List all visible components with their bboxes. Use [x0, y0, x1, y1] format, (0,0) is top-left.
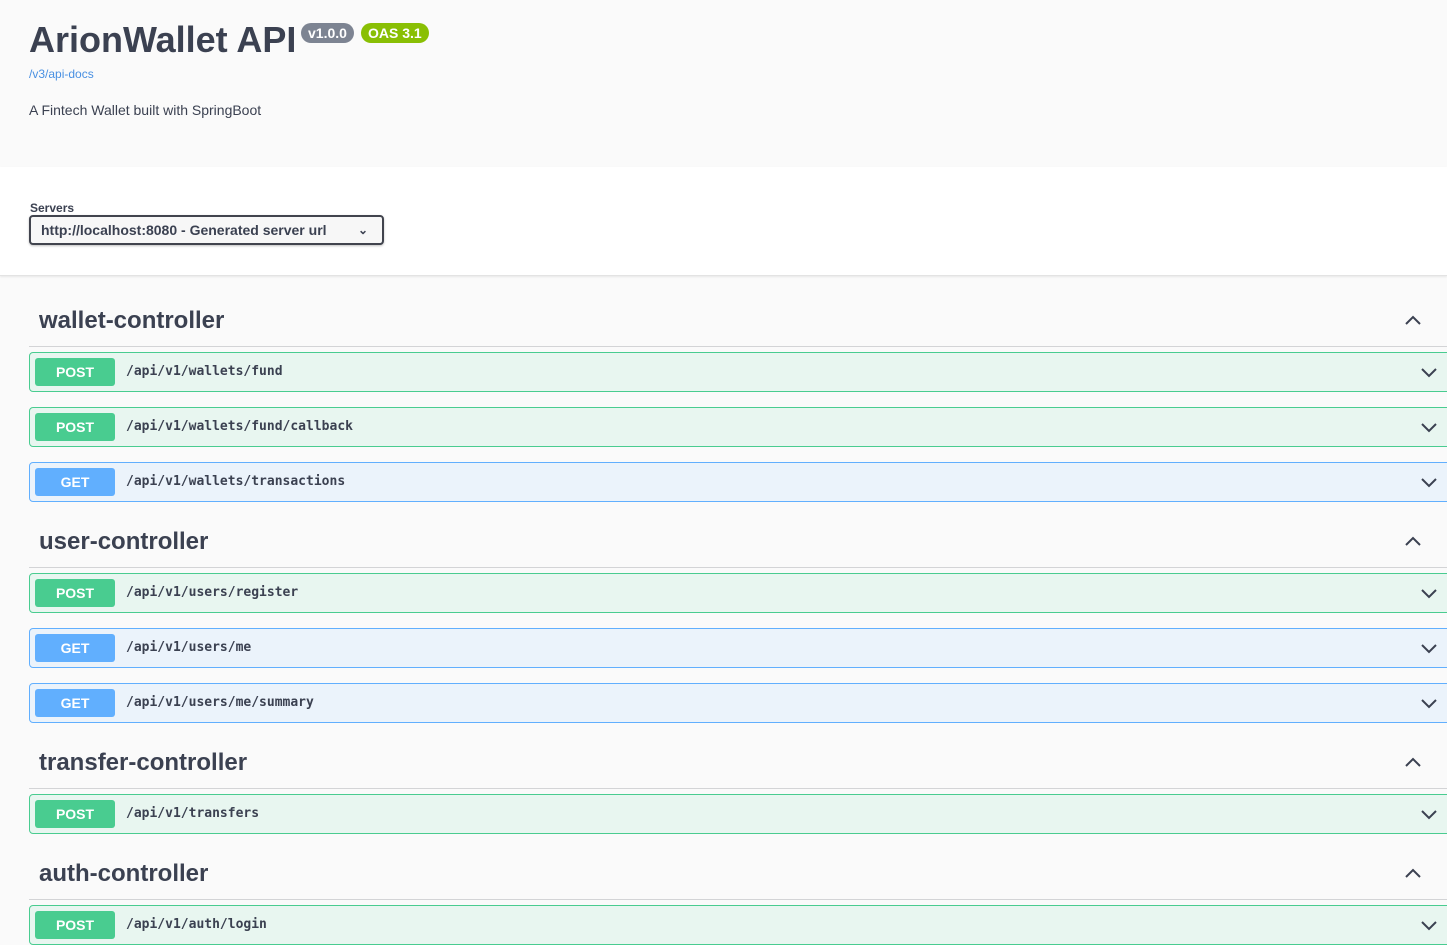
tag-header-user-controller[interactable]: user-controller	[29, 517, 1447, 568]
operation-path: /api/v1/users/register	[126, 585, 299, 600]
tag-title: auth-controller	[39, 860, 209, 887]
info-section: ArionWallet API v1.0.0 OAS 3.1 /v3/api-d…	[0, 0, 1447, 167]
tag-header-transfer-controller[interactable]: transfer-controller	[29, 738, 1447, 789]
version-badge: v1.0.0	[301, 23, 354, 43]
chevron-up-icon[interactable]	[1403, 310, 1423, 330]
api-description: A Fintech Wallet built with SpringBoot	[29, 102, 262, 118]
operation-path: /api/v1/wallets/fund	[126, 364, 283, 379]
method-badge: POST	[35, 800, 115, 828]
operation-path: /api/v1/auth/login	[126, 917, 267, 932]
oas-badge: OAS 3.1	[361, 23, 429, 43]
tag-title: wallet-controller	[39, 307, 225, 334]
chevron-up-icon[interactable]	[1403, 863, 1423, 883]
method-badge: GET	[35, 468, 115, 496]
operation-post[interactable]: POST/api/v1/wallets/fund	[29, 352, 1447, 392]
method-badge: POST	[35, 579, 115, 607]
chevron-down-icon[interactable]	[1419, 693, 1439, 713]
method-badge: POST	[35, 358, 115, 386]
tag-list: wallet-controller POST/api/v1/wallets/fun…	[0, 276, 1447, 945]
chevron-down-icon[interactable]	[1419, 417, 1439, 437]
page-title: ArionWallet API	[29, 19, 297, 60]
operation-path: /api/v1/transfers	[126, 806, 260, 821]
chevron-down-icon[interactable]	[1419, 472, 1439, 492]
tag-header-wallet-controller[interactable]: wallet-controller	[29, 296, 1447, 347]
chevron-down-icon[interactable]	[1419, 362, 1439, 382]
chevron-down-icon[interactable]	[1419, 638, 1439, 658]
servers-selected-value: http://localhost:8080 - Generated server…	[41, 222, 327, 238]
operation-post[interactable]: POST/api/v1/wallets/fund/callback	[29, 407, 1447, 447]
operation-path: /api/v1/wallets/fund/callback	[126, 419, 353, 434]
tag-header-auth-controller[interactable]: auth-controller	[29, 849, 1447, 900]
operation-get[interactable]: GET/api/v1/users/me	[29, 628, 1447, 668]
operation-get[interactable]: GET/api/v1/users/me/summary	[29, 683, 1447, 723]
method-badge: POST	[35, 413, 115, 441]
method-badge: POST	[35, 911, 115, 939]
servers-label: Servers	[30, 201, 75, 215]
operation-post[interactable]: POST/api/v1/auth/login	[29, 905, 1447, 945]
chevron-down-icon[interactable]	[1419, 915, 1439, 935]
method-badge: GET	[35, 634, 115, 662]
servers-section: Servers http://localhost:8080 - Generate…	[0, 167, 1447, 276]
spec-link[interactable]: /v3/api-docs	[29, 67, 94, 81]
chevron-down-icon[interactable]	[1419, 583, 1439, 603]
tag-title: user-controller	[39, 528, 209, 555]
operation-path: /api/v1/users/me	[126, 640, 252, 655]
method-badge: GET	[35, 689, 115, 717]
chevron-up-icon[interactable]	[1403, 752, 1423, 772]
operation-get[interactable]: GET/api/v1/wallets/transactions	[29, 462, 1447, 502]
chevron-down-icon: ⌄	[357, 223, 368, 237]
chevron-up-icon[interactable]	[1403, 531, 1423, 551]
operation-post[interactable]: POST/api/v1/users/register	[29, 573, 1447, 613]
operation-path: /api/v1/wallets/transactions	[126, 474, 346, 489]
operation-post[interactable]: POST/api/v1/transfers	[29, 794, 1447, 834]
servers-select[interactable]: http://localhost:8080 - Generated server…	[29, 215, 384, 245]
tag-title: transfer-controller	[39, 749, 248, 776]
operation-path: /api/v1/users/me/summary	[126, 695, 314, 710]
chevron-down-icon[interactable]	[1419, 804, 1439, 824]
